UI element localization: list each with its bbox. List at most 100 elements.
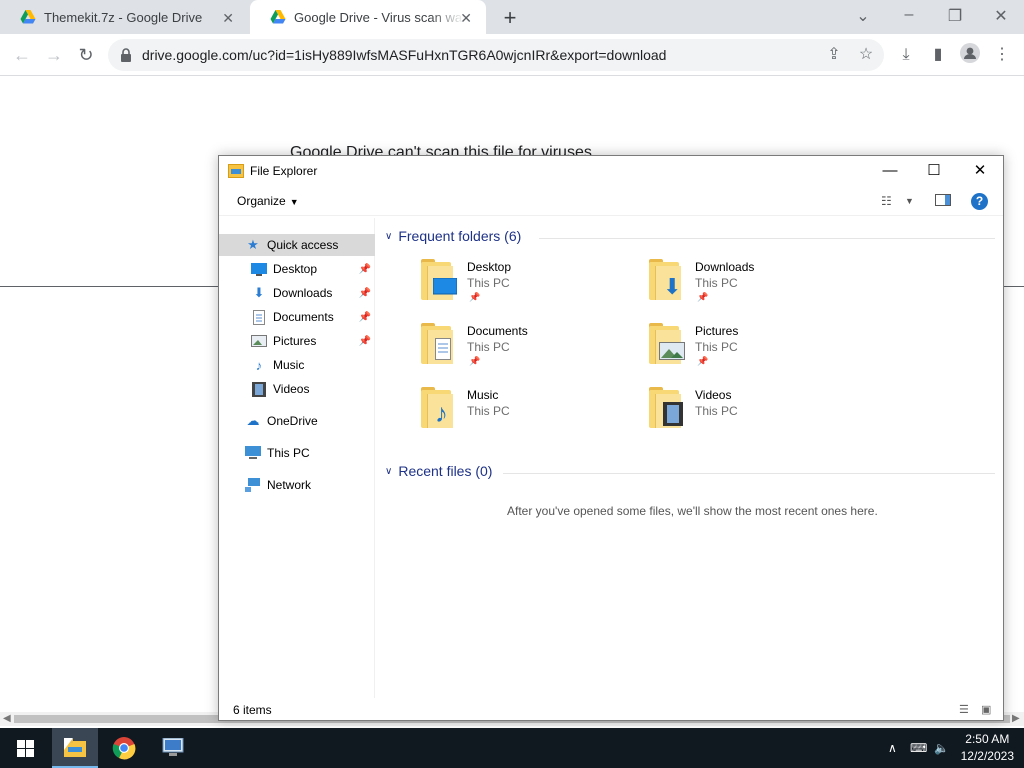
explorer-minimize-icon[interactable]: — (867, 160, 913, 182)
minimize-icon[interactable]: – (894, 6, 924, 24)
lock-icon[interactable] (120, 48, 132, 62)
recent-files-header[interactable]: ∨ Recent files (0) (385, 463, 492, 479)
folder-tile-downloads[interactable]: ⬇ Downloads This PC 📌 (649, 259, 849, 316)
help-icon[interactable]: ? (971, 193, 988, 210)
computer-icon (245, 445, 261, 461)
nav-desktop[interactable]: Desktop 📌 (219, 258, 375, 280)
pictures-icon (251, 333, 267, 349)
large-icons-view-icon[interactable]: ▣ (981, 703, 991, 716)
close-window-icon[interactable]: ✕ (986, 6, 1016, 26)
nav-documents[interactable]: Documents 📌 (219, 306, 375, 328)
profile-avatar-icon[interactable] (958, 43, 982, 67)
network-status-icon[interactable]: ⌨ (910, 728, 927, 768)
pin-icon: 📌 (697, 356, 709, 366)
pin-icon: 📌 (469, 356, 481, 366)
taskbar-file-explorer[interactable] (52, 728, 98, 768)
nav-downloads[interactable]: ⬇ Downloads 📌 (219, 282, 375, 304)
change-view-icon[interactable]: ☷ (881, 194, 892, 208)
side-panel-icon[interactable]: ▮ (926, 43, 950, 67)
chevron-down-icon: ∨ (385, 465, 393, 477)
explorer-titlebar[interactable]: File Explorer — ☐ ✕ (219, 156, 1003, 186)
scroll-left-icon[interactable]: ◀ (3, 713, 11, 724)
taskbar: ∧ ⌨ 🔈 2:50 AM 12/2/2023 (0, 728, 1024, 768)
pin-icon: 📌 (358, 263, 371, 275)
folder-icon: ♪ (421, 387, 457, 428)
nav-music[interactable]: ♪ Music (219, 354, 375, 376)
volume-muted-icon[interactable]: 🔈 (934, 728, 949, 768)
folder-name: Documents (467, 324, 528, 338)
folder-name: Desktop (467, 260, 512, 274)
clock[interactable]: 2:50 AM 12/2/2023 (961, 731, 1014, 765)
explorer-maximize-icon[interactable]: ☐ (911, 160, 957, 182)
caret-down-icon: ▼ (289, 197, 299, 207)
nav-label: Music (273, 358, 305, 372)
nav-onedrive[interactable]: ☁ OneDrive (219, 410, 375, 432)
forward-icon[interactable]: → (41, 42, 67, 68)
remote-desktop-icon (162, 738, 184, 756)
nav-label: Pictures (273, 334, 317, 348)
start-button[interactable] (2, 728, 48, 768)
explorer-status-bar: 6 items ☰ ▣ (219, 700, 1003, 720)
pin-icon: 📌 (469, 292, 481, 302)
tab-themekit[interactable]: Themekit.7z - Google Drive ✕ (0, 0, 248, 34)
explorer-title: File Explorer (250, 164, 318, 178)
back-icon[interactable]: ← (9, 42, 35, 68)
nav-quick-access[interactable]: ★ Quick access (219, 234, 375, 256)
google-drive-icon (270, 10, 286, 24)
folder-name: Pictures (695, 324, 739, 338)
folder-tile-pictures[interactable]: Pictures This PC 📌 (649, 323, 849, 380)
group-divider (503, 473, 995, 474)
explorer-content: ∨ Frequent folders (6) Desktop This PC 📌… (379, 218, 999, 698)
nav-label: OneDrive (267, 414, 318, 428)
view-options-caret-icon[interactable]: ▼ (905, 196, 914, 206)
folder-icon (649, 387, 685, 428)
folder-location: This PC (695, 404, 738, 418)
mouse-cursor (64, 738, 73, 750)
folder-tile-documents[interactable]: Documents This PC 📌 (421, 323, 621, 380)
share-icon[interactable]: ⇪ (822, 43, 846, 67)
menu-kebab-icon[interactable]: ⋮ (990, 43, 1014, 67)
recent-files-label: Recent files (0) (398, 463, 493, 479)
nav-videos[interactable]: Videos (219, 378, 375, 400)
details-view-icon[interactable]: ☰ (959, 703, 969, 716)
new-tab-button[interactable]: + (498, 5, 522, 31)
browser-tab-strip: Themekit.7z - Google Drive ✕ Google Driv… (0, 0, 1024, 34)
frequent-folders-label: Frequent folders (6) (398, 228, 522, 244)
taskbar-chrome[interactable] (101, 728, 147, 768)
folder-name: Music (467, 388, 499, 402)
close-tab-icon[interactable]: ✕ (460, 10, 472, 27)
taskbar-remote-desktop[interactable] (150, 728, 196, 768)
nav-label: Desktop (273, 262, 318, 276)
tab-title: Google Drive - Virus scan warning (294, 9, 464, 25)
restore-icon[interactable]: ❐ (940, 6, 970, 26)
folder-tile-videos[interactable]: Videos This PC (649, 387, 849, 444)
close-tab-icon[interactable]: ✕ (222, 10, 234, 27)
scroll-right-icon[interactable]: ▶ (1012, 713, 1020, 724)
bookmark-star-icon[interactable]: ☆ (854, 43, 878, 67)
show-hidden-icons[interactable]: ∧ (888, 728, 897, 768)
folder-icon: ⬇ (649, 259, 685, 300)
address-bar[interactable]: drive.google.com/uc?id=1isHy889IwfsMASFu… (108, 39, 884, 71)
folder-icon (421, 323, 457, 364)
preview-pane-icon[interactable] (935, 194, 951, 209)
folder-location: This PC (467, 276, 510, 290)
folder-tile-desktop[interactable]: Desktop This PC 📌 (421, 259, 621, 316)
google-drive-icon (20, 10, 36, 24)
nav-this-pc[interactable]: This PC (219, 442, 375, 464)
clock-date: 12/2/2023 (960, 749, 1014, 763)
nav-network[interactable]: Network (219, 474, 375, 496)
explorer-close-icon[interactable]: ✕ (957, 160, 1003, 182)
frequent-folders-header[interactable]: ∨ Frequent folders (6) (385, 228, 521, 244)
folder-name: Videos (695, 388, 732, 402)
reload-icon[interactable]: ↻ (73, 42, 99, 68)
download-icon[interactable]: ⤓ (894, 43, 918, 67)
tab-search-icon[interactable]: ⌄ (848, 6, 878, 26)
nav-label: This PC (267, 446, 310, 460)
organize-button[interactable]: Organize ▼ (237, 194, 299, 208)
folder-tile-music[interactable]: ♪ Music This PC (421, 387, 621, 444)
folder-name: Downloads (695, 260, 755, 274)
nav-label: Videos (273, 382, 310, 396)
tab-virus-scan-warning[interactable]: Google Drive - Virus scan warning ✕ (250, 0, 486, 34)
nav-pictures[interactable]: Pictures 📌 (219, 330, 375, 352)
nav-label: Downloads (273, 286, 333, 300)
